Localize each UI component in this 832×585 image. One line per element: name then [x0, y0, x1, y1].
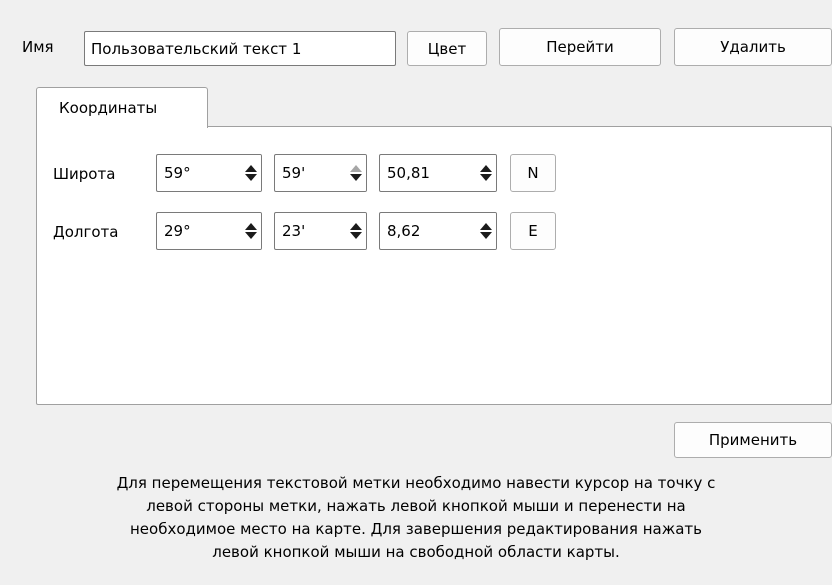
instructions-text: Для перемещения текстовой метки необходи…	[0, 472, 832, 564]
latitude-hemisphere-button[interactable]: N	[510, 154, 556, 192]
instructions-line: необходимое место на карте. Для завершен…	[129, 520, 703, 538]
spin-down-icon[interactable]	[245, 232, 257, 239]
color-button[interactable]: Цвет	[407, 31, 487, 66]
goto-button[interactable]: Перейти	[499, 28, 661, 66]
longitude-minutes-spinbox[interactable]: 23'	[274, 212, 367, 250]
latitude-minutes-spinbox[interactable]: 59'	[274, 154, 367, 192]
spin-down-icon[interactable]	[350, 174, 362, 181]
tab-coordinates-label: Координаты	[59, 99, 158, 117]
latitude-label: Широта	[53, 165, 116, 183]
instructions-line: левой стороны метки, нажать левой кнопко…	[146, 497, 686, 515]
spin-down-icon[interactable]	[245, 174, 257, 181]
spin-up-icon[interactable]	[480, 165, 492, 172]
spin-down-icon[interactable]	[480, 174, 492, 181]
spin-up-icon[interactable]	[245, 223, 257, 230]
longitude-hemisphere-button[interactable]: E	[510, 212, 556, 250]
longitude-degrees-value[interactable]: 29°	[157, 213, 241, 249]
apply-button[interactable]: Применить	[674, 422, 832, 458]
tab-coordinates[interactable]: Координаты	[36, 87, 208, 128]
latitude-degrees-value[interactable]: 59°	[157, 155, 241, 191]
name-label: Имя	[22, 38, 54, 56]
latitude-seconds-spinbox[interactable]: 50,81	[379, 154, 497, 192]
latitude-degrees-spinbox[interactable]: 59°	[156, 154, 262, 192]
longitude-label: Долгота	[53, 223, 119, 241]
spin-up-icon[interactable]	[350, 223, 362, 230]
latitude-minutes-value[interactable]: 59'	[275, 155, 346, 191]
instructions-line: левой кнопкой мыши на свободной области …	[212, 543, 620, 561]
instructions-line: Для перемещения текстовой метки необходи…	[116, 474, 716, 492]
longitude-degrees-spinbox[interactable]: 29°	[156, 212, 262, 250]
latitude-seconds-value[interactable]: 50,81	[380, 155, 476, 191]
spin-up-icon[interactable]	[350, 165, 362, 172]
spin-up-icon[interactable]	[245, 165, 257, 172]
longitude-seconds-spinbox[interactable]: 8,62	[379, 212, 497, 250]
delete-button[interactable]: Удалить	[674, 28, 832, 66]
longitude-minutes-value[interactable]: 23'	[275, 213, 346, 249]
longitude-seconds-value[interactable]: 8,62	[380, 213, 476, 249]
spin-up-icon[interactable]	[480, 223, 492, 230]
name-input[interactable]: Пользовательский текст 1	[84, 31, 396, 66]
spin-down-icon[interactable]	[480, 232, 492, 239]
spin-down-icon[interactable]	[350, 232, 362, 239]
